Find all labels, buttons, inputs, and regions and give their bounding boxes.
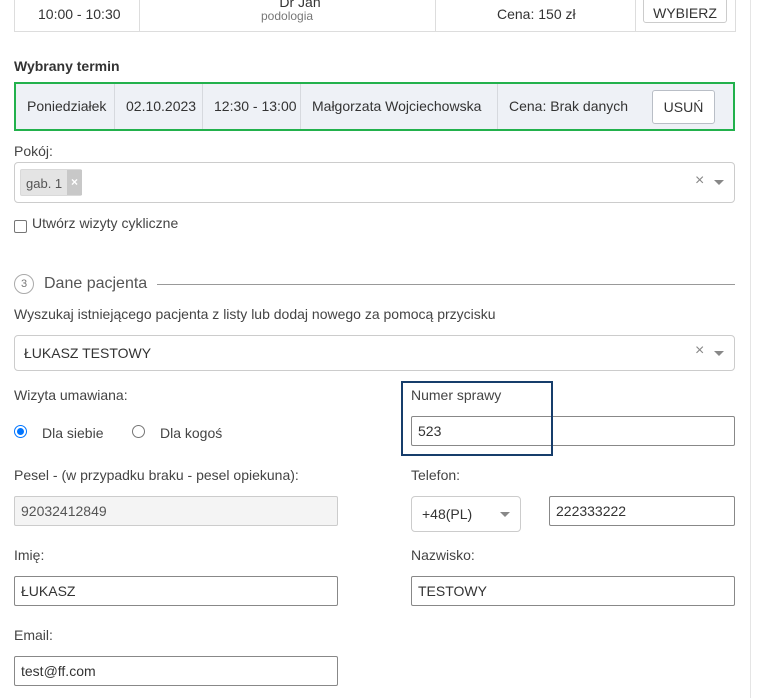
visit-other-label: Dla kogoś: [160, 425, 223, 441]
remove-term-button[interactable]: USUŃ: [652, 90, 715, 124]
section-divider: [157, 284, 735, 285]
selected-term-time: 12:30 - 13:00: [203, 84, 301, 129]
email-label: Email:: [14, 627, 53, 643]
last-name-input[interactable]: TESTOWY: [411, 576, 735, 606]
room-label: Pokój:: [14, 143, 53, 159]
case-number-highlight: [401, 381, 553, 456]
scrollbar[interactable]: [750, 0, 766, 698]
cyclic-visits-label: Utwórz wizyty cykliczne: [32, 215, 179, 231]
visit-self-radio[interactable]: [14, 425, 27, 438]
room-tag: gab. 1 ×: [20, 169, 82, 196]
last-name-label: Nazwisko:: [411, 547, 475, 563]
visit-for-label: Wizyta umawiana:: [14, 387, 128, 403]
pesel-input[interactable]: 92032412849: [14, 496, 338, 526]
room-chevron-down-icon[interactable]: [714, 180, 724, 185]
selected-term-day: Poniedziałek: [16, 84, 115, 129]
appointment-row: [14, 0, 736, 32]
selected-term-row: Poniedziałek 02.10.2023 12:30 - 13:00 Ma…: [14, 82, 735, 131]
visit-other-radio[interactable]: [132, 425, 145, 438]
patient-clear-icon[interactable]: ×: [695, 342, 704, 360]
selected-term-price: Cena: Brak danych: [509, 98, 629, 114]
phone-prefix-value: +48(PL): [422, 506, 473, 522]
room-select[interactable]: [14, 162, 735, 203]
pesel-label: Pesel - (w przypadku braku - pesel opiek…: [14, 467, 299, 483]
selected-term-doctor: Małgorzata Wojciechowska: [301, 84, 498, 129]
select-term-button[interactable]: WYBIERZ: [643, 0, 727, 23]
first-name-input[interactable]: ŁUKASZ: [14, 576, 338, 606]
room-tag-remove-icon[interactable]: ×: [67, 170, 82, 195]
appointment-time: 10:00 - 10:30: [38, 6, 121, 22]
selected-patient: ŁUKASZ TESTOWY: [24, 345, 152, 361]
visit-self-label: Dla siebie: [42, 425, 104, 441]
step-number: 3: [14, 274, 34, 294]
first-name-label: Imię:: [14, 547, 45, 563]
appointment-price: Cena: 150 zł: [497, 6, 576, 22]
appointment-specialty: podologia: [261, 9, 314, 23]
phone-input[interactable]: 222333222: [549, 496, 735, 526]
appointment-doctor: Dr Jan Kowalski: [279, 0, 321, 8]
room-tag-label: gab. 1: [26, 176, 63, 191]
patient-search-hint: Wyszukaj istniejącego pacjenta z listy l…: [14, 306, 496, 322]
phone-label: Telefon:: [411, 467, 461, 483]
selected-term-heading: Wybrany termin: [14, 58, 120, 74]
selected-term-date: 02.10.2023: [115, 84, 203, 129]
patient-section-title: Dane pacjenta: [44, 275, 148, 292]
phone-prefix-chevron-down-icon[interactable]: [500, 512, 510, 517]
patient-chevron-down-icon[interactable]: [714, 351, 724, 356]
room-clear-icon[interactable]: ×: [695, 172, 704, 190]
cyclic-visits-checkbox[interactable]: [14, 220, 27, 233]
email-input[interactable]: test@ff.com: [14, 656, 338, 686]
